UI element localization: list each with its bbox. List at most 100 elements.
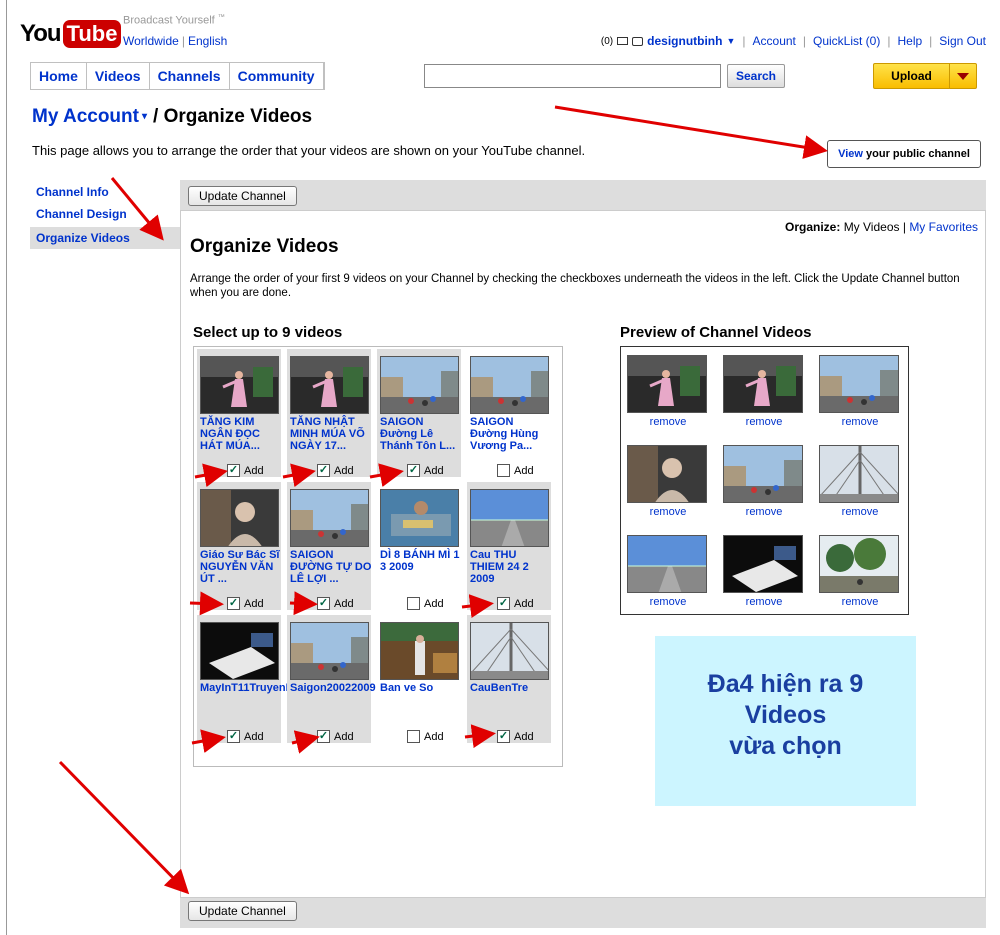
mail-icon[interactable] <box>617 37 629 45</box>
language-english-link[interactable]: English <box>188 34 227 48</box>
remove-link[interactable]: remove <box>627 416 709 428</box>
add-checkbox[interactable]: ✓ <box>407 464 420 477</box>
video-title-link[interactable]: Giáo Sư Bác Sĩ NGUYỄN VĂN ÚT ... <box>200 549 282 585</box>
add-checkbox[interactable] <box>407 597 420 610</box>
video-title-link[interactable]: SAIGON ĐƯỜNG TỰ DO LÊ LỢI ... <box>290 549 372 585</box>
remove-link[interactable]: remove <box>819 596 901 608</box>
chevron-down-icon[interactable]: ▾ <box>142 111 147 122</box>
video-title-link[interactable]: SAIGON Đường Lê Thánh Tôn L... <box>380 416 462 452</box>
video-item[interactable]: Saigon20022009 ✓ Add <box>287 615 376 743</box>
sidebar-item-organize-videos[interactable]: Organize Videos <box>30 227 180 249</box>
video-item[interactable]: MayInT11TruyenMucLienTuc ✓ Add <box>197 615 349 743</box>
add-checkbox[interactable]: ✓ <box>317 730 330 743</box>
sidebar-item-channel-info[interactable]: Channel Info <box>30 181 180 203</box>
video-title-link[interactable]: Ban ve So <box>380 682 462 694</box>
video-title-link[interactable]: TĂNG NHẬT MINH MÚA VÕ NGÀY 17... <box>290 416 372 452</box>
video-thumbnail[interactable] <box>290 622 369 680</box>
video-thumbnail[interactable] <box>470 356 549 414</box>
video-item[interactable]: SAIGON ĐƯỜNG TỰ DO LÊ LỢI ... ✓ Add <box>287 482 371 610</box>
add-checkbox[interactable]: ✓ <box>317 464 330 477</box>
video-thumbnail[interactable] <box>380 356 459 414</box>
remove-link[interactable]: remove <box>627 506 709 518</box>
chevron-down-icon[interactable]: ▼ <box>726 36 735 46</box>
add-label: Add <box>424 730 444 743</box>
help-link[interactable]: Help <box>897 34 922 48</box>
add-checkbox[interactable]: ✓ <box>227 730 240 743</box>
add-control[interactable]: Add <box>497 464 534 477</box>
add-checkbox[interactable]: ✓ <box>497 597 510 610</box>
add-control[interactable]: ✓ Add <box>227 597 264 610</box>
video-item[interactable]: Cau THU THIEM 24 2 2009 ✓ Add <box>467 482 551 610</box>
add-checkbox[interactable]: ✓ <box>497 730 510 743</box>
add-control[interactable]: ✓ Add <box>407 464 444 477</box>
remove-link[interactable]: remove <box>819 416 901 428</box>
search-input[interactable] <box>424 64 721 88</box>
view-link[interactable]: View <box>838 148 863 160</box>
region-worldwide-link[interactable]: Worldwide <box>123 34 179 48</box>
add-checkbox[interactable]: ✓ <box>227 597 240 610</box>
video-thumbnail[interactable] <box>380 489 459 547</box>
remove-link[interactable]: remove <box>723 596 805 608</box>
add-checkbox[interactable]: ✓ <box>317 597 330 610</box>
add-control[interactable]: ✓ Add <box>317 730 354 743</box>
video-thumbnail[interactable] <box>200 622 279 680</box>
video-title-link[interactable]: Cau THU THIEM 24 2 2009 <box>470 549 552 585</box>
video-title-link[interactable]: CauBenTre <box>470 682 552 694</box>
add-control[interactable]: ✓ Add <box>317 464 354 477</box>
sign-out-link[interactable]: Sign Out <box>939 34 986 48</box>
remove-link[interactable]: remove <box>819 506 901 518</box>
video-thumbnail[interactable] <box>470 622 549 680</box>
video-thumbnail[interactable] <box>290 489 369 547</box>
video-item[interactable]: CauBenTre ✓ Add <box>467 615 551 743</box>
remove-link[interactable]: remove <box>723 416 805 428</box>
add-control[interactable]: ✓ Add <box>227 464 264 477</box>
upload-label[interactable]: Upload <box>874 64 950 88</box>
remove-link[interactable]: remove <box>723 506 805 518</box>
video-thumbnail[interactable] <box>290 356 369 414</box>
add-checkbox[interactable]: ✓ <box>227 464 240 477</box>
add-control[interactable]: ✓ Add <box>317 597 354 610</box>
add-control[interactable]: Add <box>407 730 444 743</box>
update-channel-button-top[interactable]: Update Channel <box>188 186 297 206</box>
video-title-link[interactable]: TĂNG KIM NGÂN ĐỌC HÁT MÚA... <box>200 416 282 452</box>
nav-home[interactable]: Home <box>31 63 87 89</box>
upload-dropdown[interactable] <box>950 64 976 88</box>
video-thumbnail[interactable] <box>200 356 279 414</box>
update-channel-button-bottom[interactable]: Update Channel <box>188 901 297 921</box>
add-control[interactable]: Add <box>407 597 444 610</box>
video-title-link[interactable]: SAIGON Đường Hùng Vương Pa... <box>470 416 552 452</box>
video-title-link[interactable]: Saigon20022009 <box>290 682 376 694</box>
video-title-link[interactable]: MayInT11TruyenMucLienTuc <box>200 682 349 694</box>
video-item[interactable]: TĂNG KIM NGÂN ĐỌC HÁT MÚA... ✓ Add <box>197 349 281 477</box>
username-menu[interactable]: designutbinh <box>647 34 722 48</box>
add-checkbox[interactable] <box>497 464 510 477</box>
my-account-link[interactable]: My Account <box>32 106 139 127</box>
remove-link[interactable]: remove <box>627 596 709 608</box>
nav-community[interactable]: Community <box>230 63 324 89</box>
search-button[interactable]: Search <box>727 64 785 88</box>
video-item[interactable]: SAIGON Đường Lê Thánh Tôn L... ✓ Add <box>377 349 461 477</box>
video-item[interactable]: TĂNG NHẬT MINH MÚA VÕ NGÀY 17... ✓ Add <box>287 349 371 477</box>
video-item[interactable]: DÌ 8 BÁNH MÌ 1 3 2009 Add <box>377 482 461 610</box>
organize-my-favorites-link[interactable]: My Favorites <box>909 220 978 234</box>
video-thumbnail[interactable] <box>380 622 459 680</box>
video-thumbnail[interactable] <box>470 489 549 547</box>
add-control[interactable]: ✓ Add <box>227 730 264 743</box>
video-title-link[interactable]: DÌ 8 BÁNH MÌ 1 3 2009 <box>380 549 462 573</box>
nav-videos[interactable]: Videos <box>87 63 150 89</box>
youtube-logo[interactable]: You Tube <box>20 18 122 50</box>
view-public-channel-button[interactable]: View your public channel <box>827 140 981 168</box>
add-control[interactable]: ✓ Add <box>497 730 534 743</box>
account-link[interactable]: Account <box>753 34 796 48</box>
video-item[interactable]: SAIGON Đường Hùng Vương Pa... Add <box>467 349 551 477</box>
quicklist-link[interactable]: QuickList (0) <box>813 34 880 48</box>
video-item[interactable]: Ban ve So Add <box>377 615 461 743</box>
add-control[interactable]: ✓ Add <box>497 597 534 610</box>
upload-button[interactable]: Upload <box>873 63 977 89</box>
nav-channels[interactable]: Channels <box>150 63 230 89</box>
video-thumbnail[interactable] <box>200 489 279 547</box>
add-checkbox[interactable] <box>407 730 420 743</box>
sidebar-item-channel-design[interactable]: Channel Design <box>30 203 180 225</box>
subscriptions-icon[interactable] <box>632 36 644 46</box>
video-item[interactable]: Giáo Sư Bác Sĩ NGUYỄN VĂN ÚT ... ✓ Add <box>197 482 281 610</box>
